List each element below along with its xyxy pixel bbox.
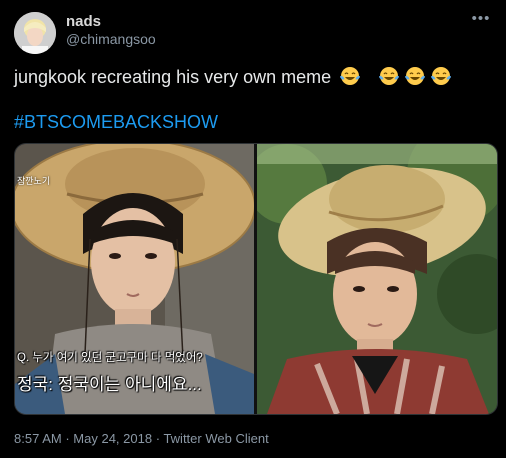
avatar[interactable] [14, 12, 56, 54]
face-with-tears-of-joy-icon [431, 67, 452, 85]
subtitle-question: Q. 누가 여기 있던 군고구마 다 먹었어? [17, 352, 203, 364]
tweet-client[interactable]: Twitter Web Client [163, 431, 268, 446]
tweet-card: nads @chimangsoo ••• jungkook recreating… [0, 0, 506, 458]
meta-separator: · [65, 431, 70, 446]
video-corner-label: 잠깐노기 [17, 176, 51, 186]
user-handle[interactable]: @chimangsoo [66, 31, 156, 47]
photo-right[interactable] [257, 144, 497, 414]
display-name[interactable]: nads [66, 13, 101, 30]
photo-left[interactable]: 잠깐노기 Q. 누가 여기 있던 군고구마 다 먹었어? 정국: 정국이는 아니… [15, 144, 254, 414]
hashtag-link[interactable]: #BTSCOMEBACKSHOW [14, 112, 218, 133]
emoji-group [340, 66, 452, 91]
meta-separator: · [155, 431, 161, 446]
face-with-tears-of-joy-icon [379, 67, 400, 85]
more-options-icon[interactable]: ••• [470, 10, 492, 28]
face-with-tears-of-joy-icon [405, 67, 426, 85]
tweet-text-body: jungkook recreating his very own meme [14, 67, 332, 87]
tweet-text: jungkook recreating his very own meme [14, 66, 452, 91]
tweet-date[interactable]: May 24, 2018 [73, 431, 152, 446]
tweet-meta: 8:57 AM · May 24, 2018 · Twitter Web Cli… [14, 431, 269, 446]
tweet-time[interactable]: 8:57 AM [14, 431, 62, 446]
face-with-tears-of-joy-icon [340, 67, 361, 85]
media-grid: 잠깐노기 Q. 누가 여기 있던 군고구마 다 먹었어? 정국: 정국이는 아니… [14, 143, 498, 415]
subtitle-answer: 정국: 정국이는 아니에요... [17, 375, 202, 394]
